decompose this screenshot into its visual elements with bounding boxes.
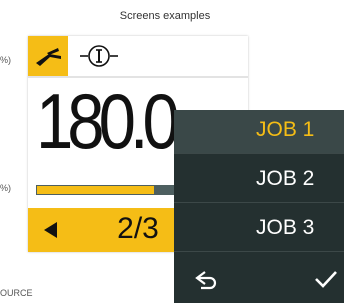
level-bar-fill (36, 185, 156, 195)
welding-torch-icon (36, 48, 61, 66)
current-source-icon (80, 45, 118, 67)
current-value: 180.0 (36, 77, 180, 165)
job-label: JOB 3 (256, 216, 315, 239)
checkmark-icon[interactable] (315, 271, 337, 288)
job-label: JOB 2 (256, 167, 315, 190)
job-label: JOB 1 (256, 118, 315, 141)
job-item[interactable]: JOB 3 (174, 208, 344, 252)
mode-bar (28, 36, 248, 76)
job-item[interactable]: JOB 1 (174, 110, 344, 154)
side-note-2: %) (0, 183, 11, 193)
screens-caption: Screens examples (119, 10, 211, 22)
mode-current-button[interactable] (76, 36, 122, 76)
page-indicator: 2/3 (117, 212, 159, 245)
job-item[interactable]: JOB 2 (174, 159, 344, 203)
arrow-left-icon[interactable] (44, 222, 57, 238)
job-list-panel: JOB 1 JOB 2 JOB 3 (174, 110, 344, 303)
back-arrow-icon[interactable] (195, 271, 217, 290)
side-note-1: %) (0, 55, 11, 65)
mode-torch-button[interactable] (28, 36, 68, 76)
source-label: OURCE (0, 288, 33, 298)
job-list-footer (174, 258, 344, 303)
